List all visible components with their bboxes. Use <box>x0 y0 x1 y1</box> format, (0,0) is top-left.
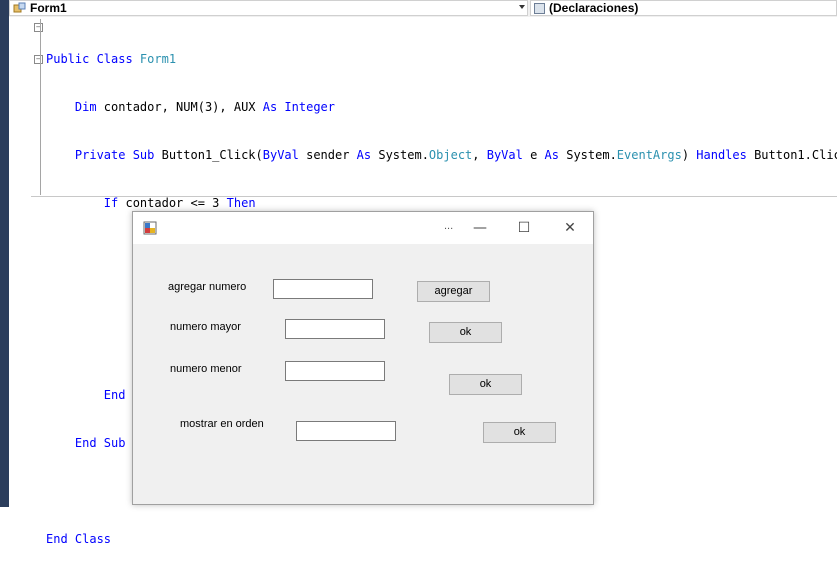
outline-margin <box>40 19 41 195</box>
numero-mayor-ok-button[interactable]: ok <box>429 322 502 343</box>
window-titlebar[interactable]: ... — ☐ ✕ <box>133 212 593 244</box>
form-app-icon <box>143 221 157 235</box>
numero-menor-ok-button[interactable]: ok <box>449 374 522 395</box>
numero-menor-input[interactable] <box>285 361 385 381</box>
agregar-numero-label: agregar numero <box>168 281 247 293</box>
agregar-numero-input[interactable] <box>273 279 373 299</box>
member-name-combo[interactable]: (Declaraciones) <box>530 0 837 16</box>
mostrar-en-orden-ok-button[interactable]: ok <box>483 422 556 443</box>
class-name-value: Form1 <box>30 1 67 15</box>
code-navigation-bar: Form1 (Declaraciones) <box>9 0 837 18</box>
close-button[interactable]: ✕ <box>559 218 581 238</box>
editor-bottom-border <box>31 196 837 197</box>
class-icon <box>13 2 26 13</box>
declarations-icon <box>534 3 545 14</box>
form1-window: ... — ☐ ✕ agregar numero agregar numero … <box>132 211 594 505</box>
ide-left-strip <box>0 0 9 507</box>
class-name-combo[interactable]: Form1 <box>9 0 528 16</box>
agregar-button[interactable]: agregar <box>417 281 490 302</box>
collapse-class-toggle[interactable]: − <box>34 23 43 32</box>
code-line: Public Class Form1 <box>46 52 177 66</box>
maximize-button[interactable]: ☐ <box>513 218 535 238</box>
code-line: End Class <box>46 532 112 546</box>
code-line: Private Sub Button1_Click(ByVal sender A… <box>46 148 837 162</box>
collapse-sub-toggle[interactable]: − <box>34 55 43 64</box>
chevron-down-icon[interactable] <box>519 5 525 9</box>
minimize-button[interactable]: — <box>469 218 491 238</box>
window-dots: ... <box>444 220 454 232</box>
numero-menor-label: numero menor <box>170 363 242 375</box>
mostrar-en-orden-input[interactable] <box>296 421 396 441</box>
member-name-value: (Declaraciones) <box>549 1 639 15</box>
code-line: Dim contador, NUM(3), AUX As Integer <box>46 100 335 114</box>
code-line: If contador <= 3 Then <box>46 196 256 210</box>
numero-mayor-input[interactable] <box>285 319 385 339</box>
mostrar-en-orden-label: mostrar en orden <box>180 418 264 430</box>
numero-mayor-label: numero mayor <box>170 321 241 333</box>
code-editor[interactable]: − − Public Class Form1 Dim contador, NUM… <box>9 17 837 546</box>
